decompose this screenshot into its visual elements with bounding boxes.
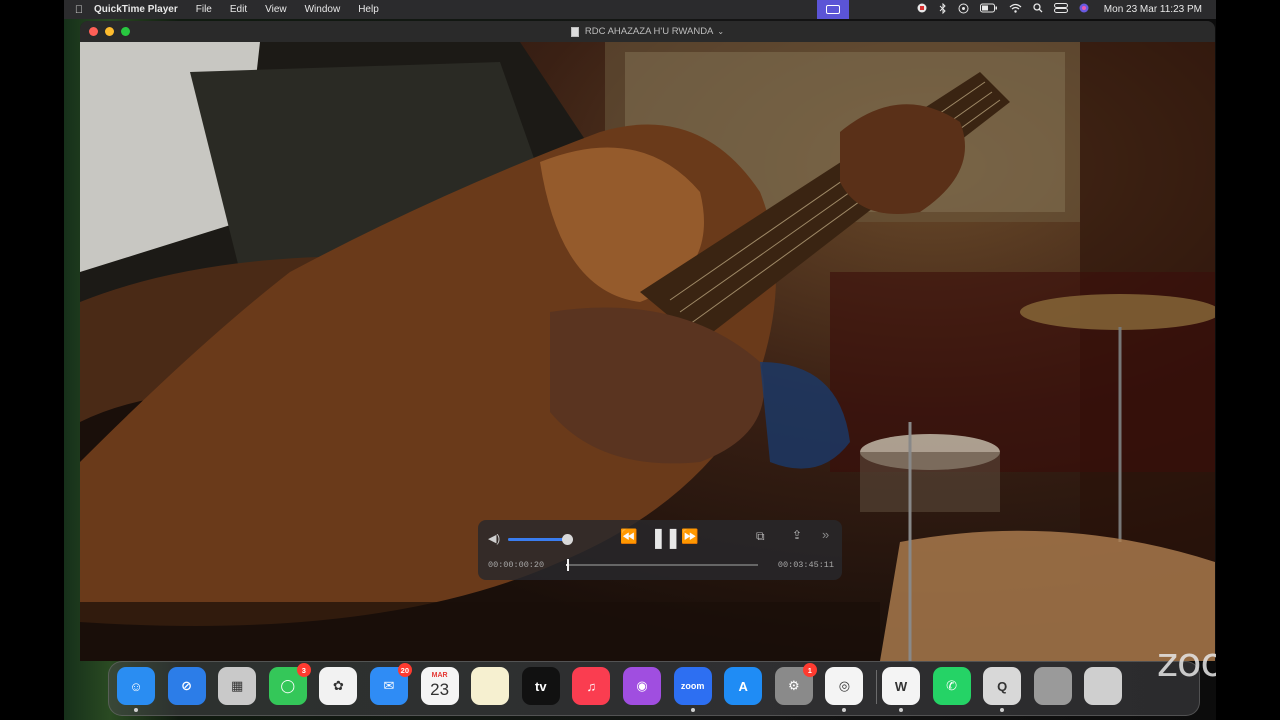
- dock-podcasts-icon[interactable]: ◉: [623, 667, 661, 705]
- menu-view[interactable]: View: [265, 4, 287, 15]
- document-icon: [570, 26, 579, 37]
- dock-whatsapp-icon[interactable]: ✆: [932, 667, 971, 705]
- picture-in-picture-button[interactable]: ⧉: [756, 529, 765, 544]
- volume-slider-knob[interactable]: [561, 534, 573, 545]
- scrubber-bar[interactable]: [566, 559, 758, 571]
- window-title: RDC AHAZAZA H'U RWANDA: [584, 26, 714, 37]
- dock-chrome-icon[interactable]: ◎: [825, 667, 864, 712]
- siri-icon[interactable]: [1079, 3, 1089, 16]
- dock-mail-badge: 20: [397, 663, 412, 677]
- dock-calendar-glyph: 23: [430, 680, 450, 699]
- dock-notes-icon[interactable]: [471, 667, 510, 705]
- dock-launchpad-icon[interactable]: ▦: [218, 667, 257, 705]
- dock-messages-badge: 3: [296, 663, 311, 677]
- menu-file[interactable]: File: [196, 4, 212, 15]
- quicktime-window: RDC AHAZAZA H'U RWANDA ⌄ ◀) ⏪ ❚❚ ⏩ ⧉ ⇪ »…: [80, 21, 1215, 661]
- zoom-watermark: zoom: [1157, 640, 1216, 686]
- dock-running-indicator: [134, 708, 138, 712]
- zoom-status-icon[interactable]: [916, 3, 928, 16]
- fullscreen-window-button[interactable]: [121, 27, 130, 36]
- dock-quicktime-player-glyph: Q: [997, 678, 1008, 694]
- dock-finder-icon[interactable]: ☺: [117, 667, 155, 712]
- video-frame[interactable]: ◀) ⏪ ❚❚ ⏩ ⧉ ⇪ » 00:00:00:20 00:03:45:11: [80, 42, 1215, 661]
- dock-finder-glyph: ☺: [129, 678, 143, 694]
- zoom-share-indicator-icon[interactable]: [817, 0, 849, 19]
- dock-app-store-glyph: A: [738, 678, 748, 694]
- dock-tv-glyph: tv: [535, 678, 547, 694]
- dock-photos-glyph: ✿: [332, 678, 344, 693]
- dock-calendar-icon[interactable]: MAR 23: [420, 667, 459, 705]
- menu-window[interactable]: Window: [305, 4, 341, 15]
- battery-icon[interactable]: [979, 3, 998, 16]
- dock-running-indicator: [1000, 708, 1005, 712]
- playback-controls[interactable]: ◀) ⏪ ❚❚ ⏩ ⧉ ⇪ » 00:00:00:20 00:03:45:11: [478, 520, 842, 580]
- dock-mail-icon[interactable]: ✉ 20: [370, 663, 412, 705]
- dock-zoom-glyph: zoom: [680, 681, 705, 691]
- dock-launchpad-glyph: ▦: [231, 678, 244, 693]
- volume-slider[interactable]: [508, 534, 573, 545]
- close-window-button[interactable]: [89, 27, 98, 36]
- scrubber-playhead[interactable]: [566, 559, 569, 571]
- spotlight-search-icon[interactable]: [1033, 3, 1043, 16]
- desktop-screen:  QuickTime Player File Edit View Window…: [64, 0, 1216, 720]
- volume-icon[interactable]: ◀): [488, 532, 500, 545]
- menu-bar-clock[interactable]: Mon 23 Mar 11:23 PM: [1104, 4, 1202, 15]
- dock-podcasts-glyph: ◉: [636, 678, 648, 693]
- title-chevron-icon[interactable]: ⌄: [717, 27, 724, 36]
- menu-bar:  QuickTime Player File Edit View Window…: [64, 0, 1216, 19]
- dock-calendar-month: MAR: [431, 672, 448, 679]
- dock-zoom-icon[interactable]: zoom: [673, 667, 712, 712]
- dock-word-icon[interactable]: W: [882, 667, 920, 712]
- dock-quicktime-player-icon[interactable]: Q: [983, 667, 1022, 712]
- pause-button[interactable]: ❚❚: [650, 525, 681, 550]
- duration-time: 00:03:45:11: [777, 560, 834, 570]
- dock-word-glyph: W: [894, 678, 908, 694]
- dock-whatsapp-glyph: ✆: [946, 678, 958, 693]
- status-area: Mon 23 Mar 11:23 PM: [916, 0, 1202, 19]
- dock: ☺ ⊘ ▦ ◯ 3 ✿ ✉ 20 MAR 23 tv ♫ ◉ zoom A ⚙ 1 ◎ W ✆ Q: [108, 661, 1200, 716]
- dock-separator: [876, 670, 877, 704]
- window-titlebar[interactable]: RDC AHAZAZA H'U RWANDA ⌄: [80, 21, 1215, 42]
- menu-help[interactable]: Help: [358, 4, 379, 15]
- share-button[interactable]: ⇪: [792, 528, 802, 542]
- focus-icon[interactable]: [958, 3, 969, 17]
- dock-music-glyph: ♫: [586, 678, 597, 694]
- fast-forward-button[interactable]: ⏩: [681, 528, 698, 545]
- dock-messages-glyph: ◯: [280, 678, 296, 693]
- more-options-button[interactable]: »: [822, 527, 829, 542]
- dock-system-preferences-badge: 1: [802, 663, 817, 677]
- dock-safari-icon[interactable]: ⊘: [167, 667, 206, 705]
- dock-safari-glyph: ⊘: [181, 678, 193, 693]
- dock-music-icon[interactable]: ♫: [572, 667, 611, 705]
- dock-tv-icon[interactable]: tv: [521, 667, 560, 705]
- dock-running-indicator: [690, 708, 695, 712]
- dock-running-indicator: [842, 708, 847, 712]
- dock-messages-icon[interactable]: ◯ 3: [268, 663, 311, 705]
- minimize-window-button[interactable]: [105, 27, 114, 36]
- dock-downloads-icon[interactable]: [1033, 667, 1072, 705]
- control-center-icon[interactable]: [1053, 3, 1068, 16]
- dock-system-preferences-glyph: ⚙: [787, 678, 800, 693]
- dock-running-indicator: [899, 708, 903, 712]
- menu-edit[interactable]: Edit: [230, 4, 247, 15]
- dock-trash-icon[interactable]: [1084, 667, 1123, 705]
- dock-app-store-icon[interactable]: A: [724, 667, 763, 705]
- bluetooth-icon[interactable]: [939, 2, 947, 17]
- wifi-icon[interactable]: [1009, 3, 1022, 16]
- apple-icon[interactable]: : [64, 4, 94, 16]
- current-time: 00:00:00:20: [488, 560, 545, 570]
- dock-mail-glyph: ✉: [383, 678, 395, 693]
- dock-system-preferences-icon[interactable]: ⚙ 1: [774, 663, 817, 705]
- volume-slider-fill: [508, 538, 567, 541]
- rewind-button[interactable]: ⏪: [620, 528, 637, 545]
- dock-chrome-glyph: ◎: [838, 678, 851, 693]
- menu-app-name[interactable]: QuickTime Player: [94, 4, 178, 15]
- dock-photos-icon[interactable]: ✿: [319, 667, 358, 705]
